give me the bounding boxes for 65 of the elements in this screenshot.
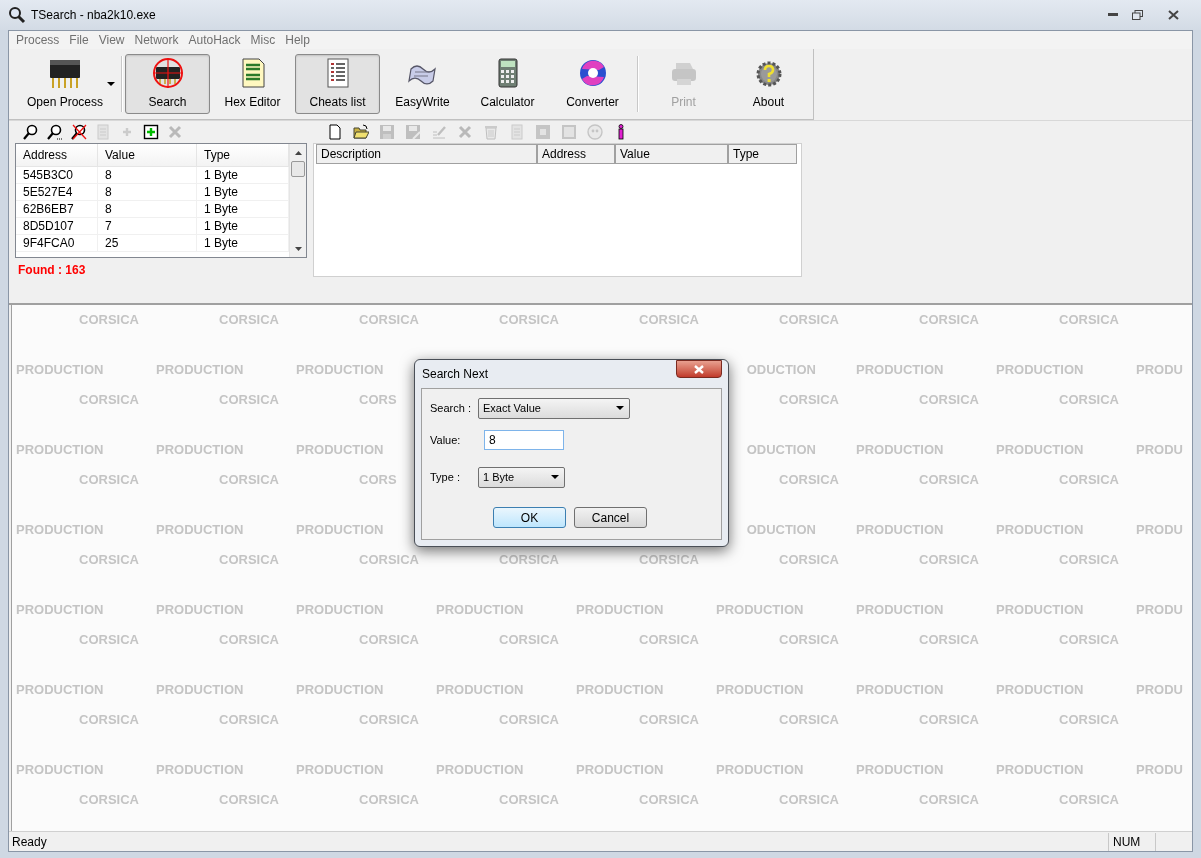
chip-icon (49, 57, 81, 89)
value-label: Value: (430, 432, 462, 448)
add-box-icon[interactable] (143, 123, 159, 140)
column-header[interactable]: Value (98, 143, 197, 166)
column-header[interactable]: Address (537, 144, 615, 164)
table-cell: 8 (98, 183, 197, 200)
menu-item[interactable]: Process (11, 31, 65, 49)
close-icon (693, 364, 705, 374)
column-header[interactable]: Value (615, 144, 728, 164)
menu-item[interactable]: View (93, 31, 130, 49)
table-cell: 545B3C0 (16, 166, 98, 183)
magnifier-icon (8, 6, 26, 24)
type-dropdown[interactable]: 1 Byte (478, 466, 565, 488)
menu-item[interactable]: Network (129, 31, 184, 49)
table-cell: 25 (98, 234, 197, 251)
restore-icon (1131, 10, 1143, 20)
column-header[interactable]: Description (316, 144, 537, 164)
ok-button[interactable]: OK (493, 507, 566, 528)
toolbar-button[interactable]: Open Process (15, 54, 115, 114)
search-icon[interactable] (23, 123, 39, 140)
type-label: Type : (430, 469, 461, 485)
status-text: Ready (11, 833, 48, 851)
table-cell: 8 (98, 200, 197, 217)
toolbar-button[interactable]: EasyWrite (380, 54, 465, 114)
caret-icon (551, 475, 559, 479)
table-cell: 8 (98, 166, 197, 183)
down-arrow-icon (294, 247, 302, 251)
search-cancel-icon[interactable] (71, 123, 87, 140)
window-title: TSearch - nba2k10.exe (31, 7, 156, 24)
caret-icon (616, 406, 624, 410)
chip-target-icon (151, 57, 184, 89)
scrollbar-thumb[interactable] (291, 160, 305, 177)
toolbar-button[interactable]: About (726, 54, 811, 114)
table-cell: 5E527E4 (16, 183, 98, 200)
dialog-title: Search Next (422, 366, 489, 383)
search-dropdown[interactable]: Exact Value (478, 397, 630, 419)
cancel-button[interactable]: Cancel (574, 507, 647, 528)
table-cell: 9F4FCA0 (16, 234, 98, 251)
menu-item[interactable]: AutoHack (183, 31, 246, 49)
up-arrow-icon (294, 150, 302, 155)
vertical-scrollbar[interactable] (289, 143, 306, 257)
value-field[interactable]: 8 (484, 430, 564, 450)
found-count: Found : 163 (18, 262, 87, 279)
search-icon[interactable] (47, 123, 63, 140)
table-cell: 7 (98, 217, 197, 234)
dropdown-caret-icon[interactable] (107, 82, 115, 86)
keyboard-indicator: NUM (1108, 832, 1156, 851)
toolbar-button[interactable]: Hex Editor (210, 54, 295, 114)
search-label: Search : (430, 400, 472, 416)
menu-item[interactable]: Help (280, 31, 315, 49)
table-cell: 62B6EB7 (16, 200, 98, 217)
new-document-icon[interactable] (327, 124, 343, 140)
minimize-icon (1108, 13, 1118, 17)
toolbar-button[interactable]: Search (125, 54, 210, 114)
column-header[interactable]: Type (728, 144, 797, 164)
table-cell: 8D5D107 (16, 217, 98, 234)
close-button[interactable] (676, 360, 722, 378)
toolbar-button[interactable]: Calculator (465, 54, 550, 114)
toolbar-button[interactable]: Cheats list (295, 54, 380, 114)
toolbar-button[interactable]: Converter (550, 54, 635, 114)
column-header[interactable]: Address (16, 143, 98, 166)
close-icon (1167, 10, 1179, 20)
open-folder-icon[interactable] (353, 124, 369, 140)
menu-item[interactable]: File (64, 31, 94, 49)
menu-item[interactable]: Misc (245, 31, 281, 49)
